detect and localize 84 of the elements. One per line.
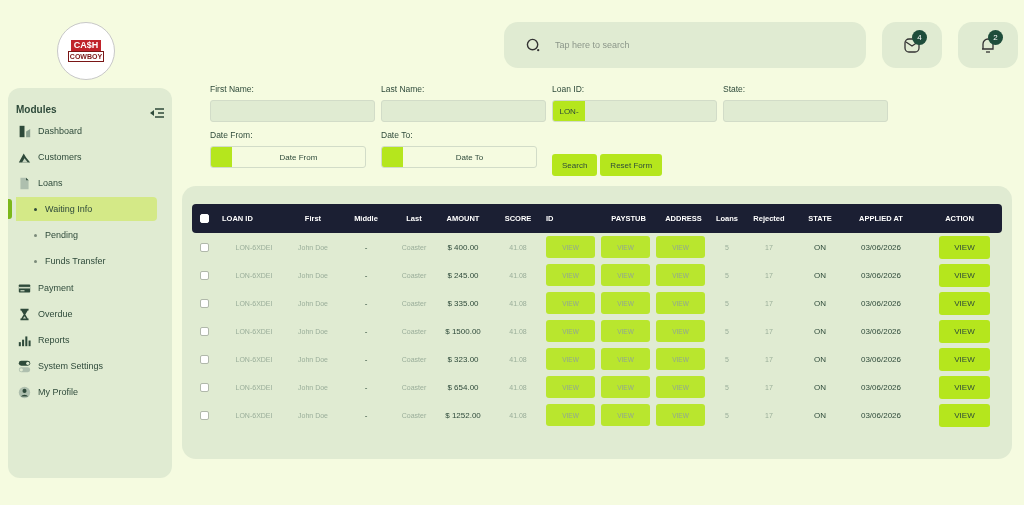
row-checkbox[interactable] [199, 382, 209, 392]
table-cell-text: $ 400.00 [446, 242, 480, 252]
row-checkbox[interactable] [199, 242, 209, 252]
table-cell-text: 03/06/2026 [859, 326, 902, 336]
sidebar-item[interactable]: Reports [8, 327, 172, 353]
sidebar-item[interactable]: My Profile [8, 379, 172, 405]
table-cell-text: $ 1500.00 [444, 326, 482, 336]
date-field[interactable]: Date To [381, 146, 537, 168]
view-button[interactable]: VIEW [939, 375, 990, 399]
table-cell-text: 03/06/2026 [859, 270, 902, 280]
menu-item-icon [18, 176, 31, 190]
table-cell-text: $ 323.00 [446, 354, 480, 364]
table-cell-text: ON [813, 242, 827, 252]
form-button[interactable]: Search [552, 154, 598, 176]
text-field[interactable] [723, 100, 888, 122]
table-cell-text: ON [813, 298, 827, 308]
count-badge: 4 [912, 30, 927, 45]
messages-button[interactable]: 4 [882, 22, 942, 68]
table-cell-text: - [363, 298, 369, 308]
bell-icon [979, 36, 997, 54]
row-checkbox[interactable] [199, 410, 209, 420]
menu-item-icon [18, 307, 31, 321]
sidebar-item[interactable]: Overdue [8, 301, 172, 327]
table-cell-text: 03/06/2026 [859, 242, 902, 252]
view-button[interactable]: VIEW [939, 403, 990, 427]
table-cell-text: ON [813, 382, 827, 392]
table-cell-text: 03/06/2026 [859, 410, 902, 420]
table-cell-text: ON [813, 270, 827, 280]
table-cell-text: ON [813, 354, 827, 364]
mail-icon [903, 36, 921, 54]
sidebar-subitem[interactable]: Funds Transfer [8, 249, 157, 273]
menu-item-icon [18, 281, 31, 295]
menu-item-icon [18, 385, 31, 399]
table-cell-text: - [363, 242, 369, 252]
row-checkbox[interactable] [199, 298, 209, 308]
count-badge: 2 [988, 30, 1003, 45]
table-cell-text: $ 335.00 [446, 298, 480, 308]
notifications-button[interactable]: 2 [958, 22, 1018, 68]
form-button[interactable]: Reset Form [600, 154, 663, 176]
table-cell-text: - [363, 382, 369, 392]
menu-item-icon [18, 359, 31, 373]
sidebar-subitem[interactable]: Waiting Info [8, 197, 157, 221]
table-cell-text: 03/06/2026 [859, 354, 902, 364]
sidebar-subitem[interactable]: Pending [8, 223, 157, 247]
sidebar-item[interactable]: Payment [8, 275, 172, 301]
view-button[interactable]: VIEW [939, 319, 990, 343]
sidebar-item[interactable]: Dashboard [8, 118, 172, 144]
table-cell-text: - [363, 270, 369, 280]
table-cell-text: - [363, 354, 369, 364]
date-field[interactable]: Date From [210, 146, 366, 168]
table-cell-text: - [363, 326, 369, 336]
sidebar-title: Modules [16, 103, 57, 115]
table-cell-text: ON [813, 410, 827, 420]
table-cell-text: 03/06/2026 [859, 382, 902, 392]
view-button[interactable]: VIEW [939, 291, 990, 315]
sidebar-item[interactable]: Loans [8, 170, 172, 196]
field-label: Date From: [210, 130, 254, 140]
view-button[interactable]: VIEW [939, 347, 990, 371]
field-label: State: [723, 84, 747, 94]
row-checkbox[interactable] [199, 270, 209, 280]
menu-item-icon [18, 333, 31, 347]
row-checkbox[interactable] [199, 326, 209, 336]
table-cell-text: $ 1252.00 [444, 410, 482, 420]
table-cell-text: 03/06/2026 [859, 298, 902, 308]
menu-item-icon [18, 124, 31, 138]
text-field[interactable] [381, 100, 546, 122]
table-cell-text: ON [813, 326, 827, 336]
sidebar-item[interactable]: System Settings [8, 353, 172, 379]
sidebar-item[interactable]: Customers [8, 144, 172, 170]
view-button[interactable]: VIEW [939, 263, 990, 287]
loan-id-field[interactable]: LON- [552, 100, 717, 122]
field-label: Loan ID: [552, 84, 586, 94]
view-button[interactable]: VIEW [939, 235, 990, 259]
search-icon [526, 37, 541, 53]
select-all-checkbox[interactable] [199, 214, 209, 223]
field-label: Date To: [381, 130, 414, 140]
table-cell-text: $ 654.00 [446, 382, 480, 392]
row-checkbox[interactable] [199, 354, 209, 364]
field-label: Last Name: [381, 84, 426, 94]
collapse-icon[interactable] [150, 108, 164, 118]
table-cell-text: - [363, 410, 369, 420]
text-field[interactable] [210, 100, 375, 122]
field-label: First Name: [210, 84, 255, 94]
table-cell-text: $ 245.00 [446, 270, 480, 280]
